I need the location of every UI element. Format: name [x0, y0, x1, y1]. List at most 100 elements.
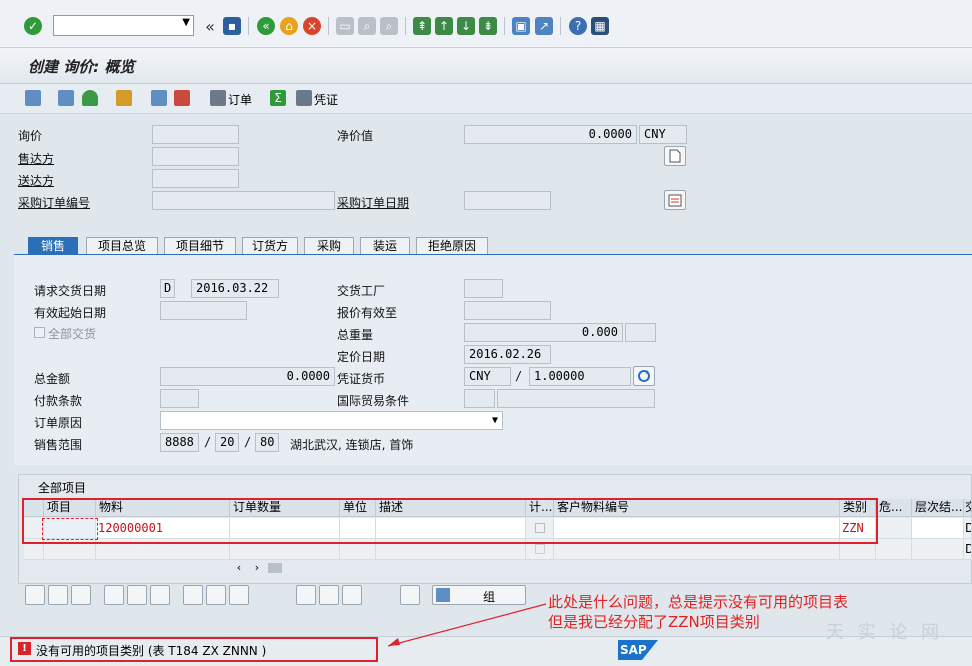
total-amount-label: 总金额 — [34, 372, 71, 386]
batch-icon[interactable] — [206, 585, 226, 605]
weight-unit-field[interactable] — [625, 323, 656, 342]
print-icon[interactable]: ▭ — [336, 17, 354, 35]
find-next-icon[interactable]: ⌕ — [380, 17, 398, 35]
division-field[interactable]: 80 — [255, 433, 279, 452]
incoterms-location-field[interactable] — [497, 389, 655, 408]
next-page-icon[interactable]: ↓ — [457, 17, 475, 35]
flask-icon[interactable] — [319, 585, 339, 605]
date-type-field[interactable]: D — [160, 279, 175, 298]
ship-to-field[interactable] — [152, 169, 239, 188]
order-label[interactable]: 订单 — [228, 91, 252, 108]
deselect-all-icon[interactable] — [150, 585, 170, 605]
po-date-label[interactable]: 采购订单日期 — [337, 194, 409, 211]
partner-icon[interactable] — [82, 90, 98, 106]
net-value-currency-field[interactable]: CNY — [639, 125, 687, 144]
document-icon[interactable] — [664, 146, 686, 166]
total-weight-field[interactable]: 0.000 — [464, 323, 623, 342]
display-doc-flow-icon[interactable] — [25, 90, 41, 106]
table-cell-hazard[interactable] — [876, 539, 912, 560]
document-label[interactable]: 凭证 — [314, 91, 338, 108]
column-header[interactable]: 层次结... — [912, 499, 964, 517]
tab-rejection-reason[interactable]: 拒绝原因 — [416, 237, 488, 255]
insert-row-icon[interactable] — [48, 585, 68, 605]
po-date-field[interactable] — [464, 191, 551, 210]
tab-item-detail[interactable]: 项目细节 — [164, 237, 236, 255]
horizontal-scrollbar[interactable] — [268, 563, 282, 573]
scroll-right-icon[interactable]: › — [250, 562, 264, 574]
dist-channel-field[interactable]: 20 — [215, 433, 239, 452]
edit-icon[interactable] — [342, 585, 362, 605]
select-block-icon[interactable] — [127, 585, 147, 605]
tab-item-overview[interactable]: 项目总览 — [86, 237, 158, 255]
pricing-icon[interactable] — [296, 585, 316, 605]
scroll-left-icon[interactable]: ‹ — [232, 562, 246, 574]
valid-from-field[interactable] — [160, 301, 247, 320]
table-cell-hazard[interactable] — [876, 518, 912, 539]
doc-currency-field[interactable]: CNY — [464, 367, 511, 386]
tab-ordering-party[interactable]: 订货方 — [242, 237, 298, 255]
find-icon[interactable]: ⌕ — [358, 17, 376, 35]
home-icon[interactable] — [116, 90, 132, 106]
complete-delivery-checkbox[interactable] — [34, 327, 45, 338]
enter-check-icon[interactable]: ✓ — [24, 17, 42, 35]
command-field[interactable]: ▼ — [53, 15, 194, 36]
table-cell-last[interactable]: D — [964, 518, 972, 539]
order-reason-dropdown[interactable]: ▼ — [160, 411, 503, 430]
select-all-icon[interactable] — [104, 585, 124, 605]
incoterms-field[interactable] — [464, 389, 495, 408]
sold-to-label[interactable]: 售达方 — [18, 150, 54, 167]
save-icon[interactable]: ▪ — [223, 17, 241, 35]
chevron-down-icon[interactable]: ▼ — [492, 412, 498, 429]
po-number-label[interactable]: 采购订单编号 — [18, 194, 90, 211]
double-left-icon[interactable]: « — [201, 17, 219, 36]
ship-to-label[interactable]: 送达方 — [18, 172, 54, 189]
document-icon[interactable] — [296, 90, 312, 106]
item-detail-icon[interactable] — [25, 585, 45, 605]
pricing-date-field[interactable]: 2016.02.26 — [464, 345, 551, 364]
chevron-down-icon[interactable]: ▼ — [182, 17, 190, 28]
tab-sales[interactable]: 销售 — [28, 237, 78, 255]
last-page-icon[interactable]: ⇟ — [479, 17, 497, 35]
previous-page-icon[interactable]: ↑ — [435, 17, 453, 35]
delivering-plant-field[interactable] — [464, 279, 503, 298]
payment-terms-field[interactable] — [160, 389, 199, 408]
availability-icon[interactable] — [229, 585, 249, 605]
valid-to-field[interactable] — [464, 301, 551, 320]
req-delivery-date-field[interactable]: 2016.03.22 — [191, 279, 279, 298]
order-icon[interactable] — [210, 90, 226, 106]
table-cell-hierarchy[interactable] — [912, 518, 964, 539]
delete-row-icon[interactable] — [71, 585, 91, 605]
shortcut-icon[interactable]: ↗ — [535, 17, 553, 35]
config-icon[interactable] — [183, 585, 203, 605]
new-session-icon[interactable]: ▣ — [512, 17, 530, 35]
reject-icon[interactable] — [174, 90, 190, 106]
back-icon[interactable]: « — [257, 17, 275, 35]
calendar-icon[interactable] — [664, 190, 686, 210]
table-cell-last[interactable]: D — [964, 539, 972, 560]
first-page-icon[interactable]: ⇞ — [413, 17, 431, 35]
layout-menu-icon[interactable]: ▦ — [591, 17, 609, 35]
header-icon[interactable] — [58, 90, 74, 106]
table-cell-hierarchy[interactable] — [912, 539, 964, 560]
tab-shipping[interactable]: 装运 — [360, 237, 410, 255]
tab-procurement[interactable]: 采购 — [304, 237, 354, 255]
copy-icon[interactable] — [151, 90, 167, 106]
cancel-icon[interactable]: × — [303, 17, 321, 35]
pricing-date-label: 定价日期 — [337, 350, 386, 364]
valid-to-label: 报价有效至 — [337, 306, 398, 320]
application-toolbar: 订单 Σ 凭证 — [0, 84, 972, 114]
refresh-icon[interactable] — [633, 366, 655, 386]
net-value-field[interactable]: 0.0000 — [464, 125, 637, 144]
exchange-rate-field[interactable]: 1.00000 — [529, 367, 631, 386]
po-number-field[interactable] — [152, 191, 335, 210]
exit-icon[interactable]: ⌂ — [280, 17, 298, 35]
calc-checkbox[interactable] — [535, 544, 545, 554]
inquiry-number-field[interactable] — [152, 125, 239, 144]
column-header[interactable]: 交 — [964, 499, 972, 517]
total-amount-field[interactable]: 0.0000 — [160, 367, 335, 386]
help-icon[interactable]: ? — [569, 17, 587, 35]
sigma-icon[interactable]: Σ — [270, 90, 286, 106]
column-header[interactable]: 危... — [876, 499, 912, 517]
sales-org-field[interactable]: 8888 — [160, 433, 199, 452]
sold-to-field[interactable] — [152, 147, 239, 166]
